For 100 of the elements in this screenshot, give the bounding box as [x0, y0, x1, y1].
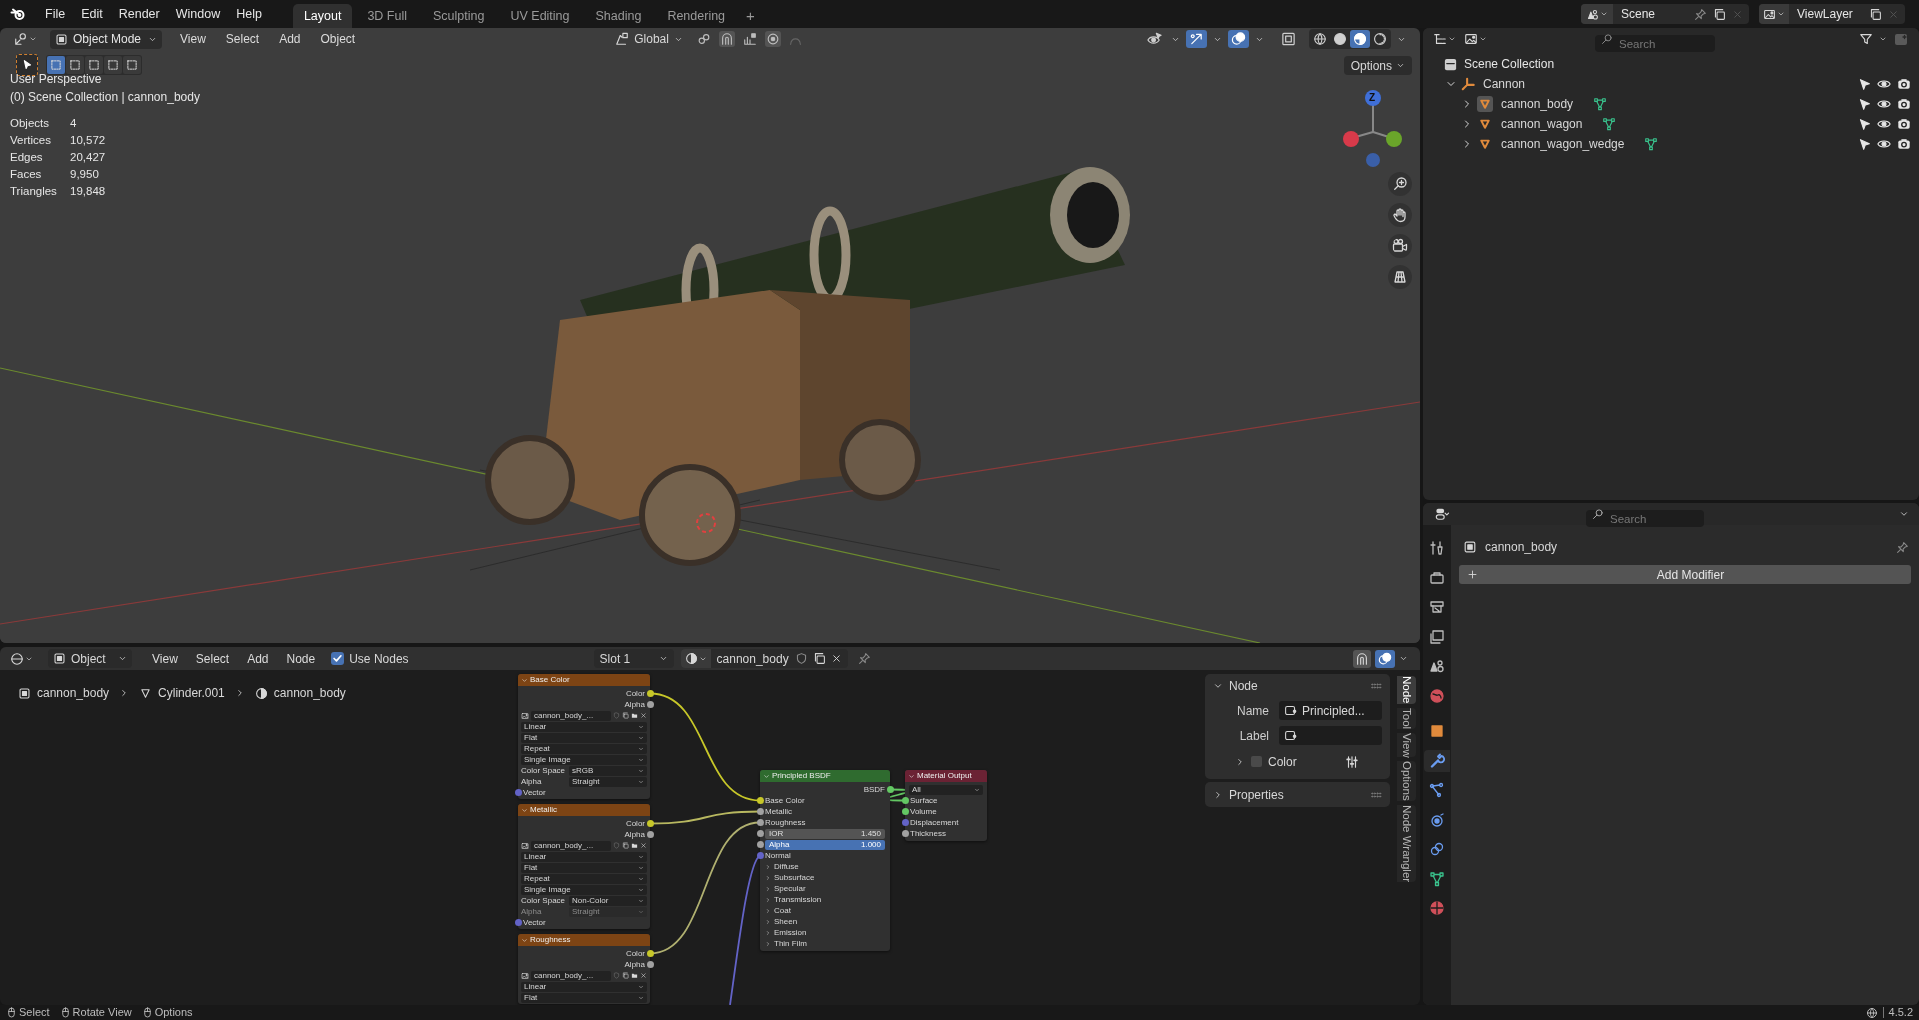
- mesh-data-icon[interactable]: [1593, 97, 1608, 111]
- view-layer-selector[interactable]: ViewLayer: [1759, 4, 1905, 24]
- tree-item[interactable]: Cannon: [1483, 75, 1526, 93]
- node-dropdown[interactable]: Straight: [569, 776, 647, 787]
- editor-type-button[interactable]: [1433, 507, 1451, 521]
- node-dropdown[interactable]: Flat: [521, 992, 647, 1003]
- folder-icon[interactable]: [631, 842, 638, 849]
- fake-user-icon[interactable]: [794, 652, 808, 665]
- folder-icon[interactable]: [631, 972, 638, 979]
- pin-icon[interactable]: [857, 652, 871, 665]
- close-icon[interactable]: [640, 972, 647, 979]
- node-panel-toggle[interactable]: Coat: [760, 905, 890, 916]
- select-tool-button[interactable]: [16, 54, 38, 76]
- add-modifier-button[interactable]: Add Modifier: [1459, 565, 1911, 584]
- display-mode-button[interactable]: [1464, 32, 1487, 46]
- node-header[interactable]: Roughness: [518, 934, 650, 946]
- shader-type-dropdown[interactable]: Object: [48, 649, 132, 668]
- gizmo-toggle[interactable]: [1186, 30, 1207, 48]
- menu-item[interactable]: Add: [241, 649, 275, 668]
- material-browse-button[interactable]: [680, 649, 711, 668]
- caret-icon[interactable]: [1879, 35, 1887, 43]
- node-panel-toggle[interactable]: Diffuse: [760, 861, 890, 872]
- color-checkbox[interactable]: [1251, 756, 1262, 767]
- selection-mode-button[interactable]: [66, 56, 84, 74]
- node-dropdown[interactable]: Single Image: [521, 884, 647, 895]
- globe-icon[interactable]: [1865, 1006, 1878, 1019]
- node-socket[interactable]: [514, 789, 522, 796]
- visibility-icon[interactable]: [1877, 117, 1891, 131]
- menu-item[interactable]: Object: [314, 30, 362, 48]
- snap-target-icon[interactable]: [742, 32, 757, 46]
- expand-toggle[interactable]: [1235, 756, 1245, 767]
- selectable-icon[interactable]: [1858, 77, 1871, 91]
- menu-item[interactable]: Add: [273, 30, 307, 48]
- options-dropdown[interactable]: Options: [1343, 56, 1412, 75]
- mesh-data-icon[interactable]: [1602, 117, 1617, 131]
- node-header[interactable]: Material Output: [905, 770, 987, 782]
- material-output-node[interactable]: Material Output All Surface Volume Displacement Thickness: [905, 770, 987, 841]
- editor-type-button[interactable]: [1433, 32, 1456, 46]
- workspace-tab[interactable]: Shading: [584, 4, 653, 28]
- add-workspace-button[interactable]: +: [740, 4, 761, 28]
- image-icon[interactable]: [521, 841, 529, 850]
- visibility-icon[interactable]: [1877, 137, 1891, 151]
- workspace-tab[interactable]: UV Editing: [499, 4, 581, 28]
- menu-item[interactable]: Node: [280, 649, 322, 668]
- tree-item[interactable]: cannon_body: [1501, 95, 1574, 113]
- mode-dropdown[interactable]: Object Mode: [50, 29, 162, 49]
- caret-icon[interactable]: [763, 772, 770, 780]
- sidebar-tab[interactable]: Node Wrangler: [1397, 804, 1416, 883]
- pin-icon[interactable]: [1896, 540, 1909, 554]
- scene-selector[interactable]: Scene: [1581, 4, 1749, 24]
- overlay-icon[interactable]: [1375, 649, 1395, 668]
- object-icon[interactable]: [1477, 96, 1493, 112]
- node-panel-toggle[interactable]: Transmission: [760, 894, 890, 905]
- sidebar-tab[interactable]: Tool: [1397, 707, 1416, 729]
- node-dropdown[interactable]: Repeat: [521, 743, 647, 754]
- node-panel-toggle[interactable]: Subsurface: [760, 872, 890, 883]
- node-dropdown[interactable]: Flat: [521, 862, 647, 873]
- image-icon[interactable]: [521, 971, 529, 980]
- caret-icon[interactable]: [521, 676, 528, 684]
- caret-icon[interactable]: [1899, 509, 1909, 519]
- caret-icon[interactable]: [521, 806, 528, 814]
- workspace-tab[interactable]: Rendering: [656, 4, 737, 28]
- material-shading-button[interactable]: [1350, 30, 1370, 48]
- copy-icon[interactable]: [812, 652, 826, 665]
- navigation-gizmo[interactable]: [1342, 88, 1404, 168]
- workspace-tab[interactable]: Sculpting: [422, 4, 496, 28]
- node-header[interactable]: Base Color: [518, 674, 650, 686]
- node-dropdown[interactable]: Linear: [521, 981, 647, 992]
- slot-dropdown[interactable]: Slot 1: [593, 649, 674, 668]
- caret-icon[interactable]: [1399, 654, 1408, 663]
- menu-item[interactable]: Select: [219, 30, 266, 48]
- node-dropdown[interactable]: All: [909, 784, 983, 795]
- menu-item[interactable]: Window: [168, 1, 228, 27]
- render-icon[interactable]: [1897, 77, 1911, 91]
- menu-item[interactable]: Render: [111, 1, 167, 27]
- caret-icon[interactable]: [521, 936, 528, 944]
- menu-item[interactable]: Select: [189, 649, 236, 668]
- node-dropdown[interactable]: Non-Color: [569, 895, 647, 906]
- wrench-icon[interactable]: [1424, 749, 1450, 772]
- copy-icon[interactable]: [1869, 7, 1882, 21]
- text-field[interactable]: Principled...: [1279, 701, 1382, 720]
- image-name-field[interactable]: cannon_body_...: [531, 710, 611, 721]
- selectable-icon[interactable]: [1858, 117, 1871, 131]
- menu-item[interactable]: Edit: [74, 1, 110, 27]
- visibility-icon[interactable]: [1877, 77, 1891, 91]
- node-socket[interactable]: [514, 919, 522, 926]
- workspace-tab[interactable]: 3D Full: [356, 4, 418, 28]
- caret-icon[interactable]: [908, 772, 915, 780]
- tree-item[interactable]: cannon_wagon_wedge: [1501, 135, 1625, 153]
- presets-icon[interactable]: [1344, 754, 1359, 769]
- search-field[interactable]: Search: [1586, 510, 1704, 527]
- node-panel-toggle[interactable]: Thin Film: [760, 938, 890, 949]
- copy-icon[interactable]: [1713, 7, 1726, 21]
- pin-icon[interactable]: [1694, 7, 1707, 21]
- magnet-icon[interactable]: [718, 31, 735, 47]
- node-dropdown[interactable]: Linear: [521, 851, 647, 862]
- menu-item[interactable]: View: [174, 30, 212, 48]
- sidebar-tab[interactable]: Options: [1397, 761, 1416, 801]
- close-icon[interactable]: [830, 653, 842, 664]
- selectable-icon[interactable]: [1858, 137, 1871, 151]
